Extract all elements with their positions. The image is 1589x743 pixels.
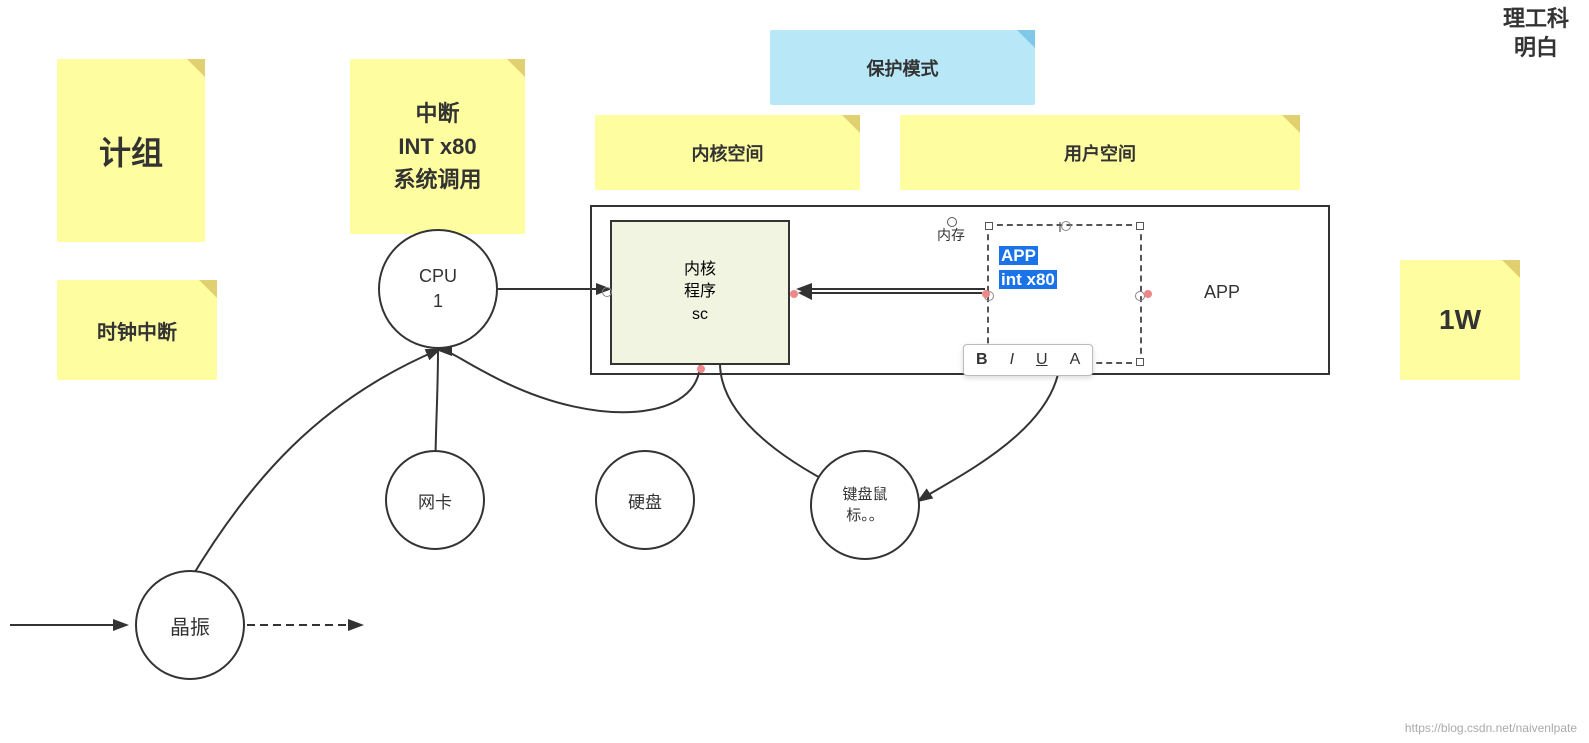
corner-note: 理工科明白 <box>1503 5 1569 62</box>
kernel-program-box[interactable]: 内核程序sc <box>610 220 790 365</box>
sticky-neihe-kongjian[interactable]: 内核空间 <box>595 115 860 190</box>
circle-cpu[interactable]: CPU1 <box>378 229 498 349</box>
sticky-1w[interactable]: 1W <box>1400 260 1520 380</box>
circle-wangka[interactable]: 网卡 <box>385 450 485 550</box>
circle-jianpan[interactable]: 键盘鼠标。。 <box>810 450 920 560</box>
connector-arrow <box>792 285 992 301</box>
dot-inner-left <box>602 287 612 297</box>
underline-button[interactable]: U <box>1032 349 1052 371</box>
font-color-button[interactable]: A <box>1066 349 1085 371</box>
canvas: ⊕ 计组 中断INT x80系统调用 保护模式 内核空间 用户空间 时钟中断 1… <box>0 0 1589 743</box>
sticky-zhongduan[interactable]: 中断INT x80系统调用 <box>350 59 525 234</box>
circle-yingpan[interactable]: 硬盘 <box>595 450 695 550</box>
handle-tr <box>1136 222 1144 230</box>
int-x80-text: int x80 <box>999 270 1057 289</box>
handle-tl <box>985 222 993 230</box>
app-selected-text: APP <box>999 246 1038 265</box>
handle-mt <box>1061 221 1071 231</box>
sticky-yonghu-kongjian[interactable]: 用户空间 <box>900 115 1300 190</box>
app-selected-box[interactable]: APP int x80 <box>987 224 1142 364</box>
app-text[interactable]: APP int x80 <box>999 244 1057 292</box>
app-right-label: APP <box>1162 267 1282 317</box>
bold-button[interactable]: B <box>972 349 992 371</box>
dot-inner-bottom <box>697 365 705 373</box>
sticky-baohumoshi[interactable]: 保护模式 <box>770 30 1035 105</box>
handle-br <box>1136 358 1144 366</box>
sticky-shizhong[interactable]: 时钟中断 <box>57 280 217 380</box>
italic-button[interactable]: I <box>1006 349 1018 371</box>
text-toolbar[interactable]: B I U A <box>963 344 1093 376</box>
dot-app-right <box>1144 290 1152 298</box>
mem-label: 内存 <box>937 225 965 245</box>
sticky-jizu[interactable]: 计组 <box>57 59 205 242</box>
url-bar: https://blog.csdn.net/naivenlpate <box>1405 721 1577 735</box>
main-diagram-box: 内核程序sc 内存 APP int x80 <box>590 205 1330 375</box>
dot-mem <box>947 217 957 227</box>
circle-jingzhen[interactable]: 晶振 <box>135 570 245 680</box>
